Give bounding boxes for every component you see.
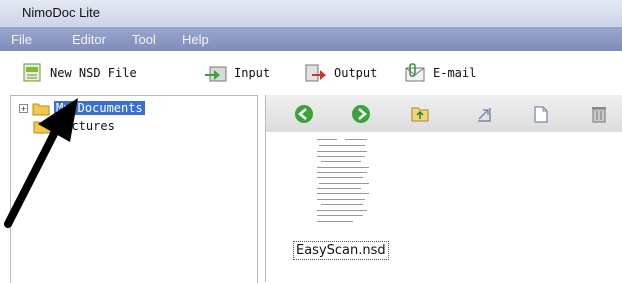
annotation-arrow-icon [4,98,78,228]
